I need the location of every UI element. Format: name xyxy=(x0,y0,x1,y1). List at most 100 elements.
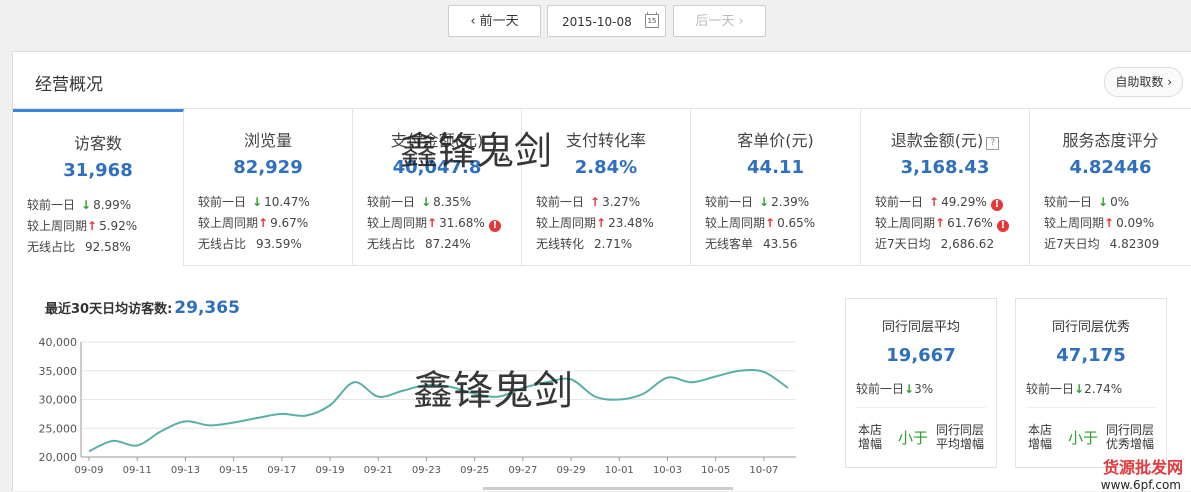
x-tick-label: 10-01 xyxy=(605,465,634,476)
x-tick-label: 09-17 xyxy=(267,465,296,476)
card-compare-label: 较前一日 xyxy=(856,382,905,396)
data-point xyxy=(714,375,717,378)
date-picker[interactable]: 2015-10-08 15 xyxy=(547,5,666,37)
up-arrow-icon: ↑ xyxy=(929,195,940,209)
up-arrow-icon: ↑ xyxy=(935,216,946,230)
metric-row-value: ↑ 5.92% xyxy=(87,219,137,233)
shop-label: 本店 xyxy=(858,423,883,437)
metric-row-number: 8.35% xyxy=(433,195,472,209)
metric-row-label: 无线占比 xyxy=(367,237,416,251)
shop-growth-label: 本店 增幅 xyxy=(858,423,882,451)
metric-row-value: ↑ 49.29%! xyxy=(929,195,1003,211)
metric-row-label: 无线转化 xyxy=(536,237,585,251)
metric-row-value: ↓ 8.99% xyxy=(81,198,131,212)
x-tick-label: 09-27 xyxy=(508,465,537,476)
metric-row-label: 较前一日 xyxy=(705,195,754,209)
metric-row-number: 0% xyxy=(1110,195,1130,209)
metric-name: 浏览量 xyxy=(184,127,352,151)
metric-row: 较上周同期↑ 61.76%! xyxy=(875,214,1009,232)
metric-row-value: ↑ 0.65% xyxy=(765,216,815,230)
metric-row: 较上周同期↑ 0.65% xyxy=(705,214,815,231)
metric-name-text: 服务态度评分 xyxy=(1062,131,1159,150)
up-arrow-icon: ↑ xyxy=(596,216,607,230)
data-point xyxy=(762,370,765,373)
x-tick-label: 09-13 xyxy=(171,465,200,476)
warning-icon[interactable]: ! xyxy=(990,199,1003,211)
metric-value: 4.82446 xyxy=(1069,157,1152,178)
metric-row-label: 较前一日 xyxy=(198,195,247,209)
up-arrow-icon: ↑ xyxy=(765,216,776,230)
metric-row: 无线占比 87.24% xyxy=(367,235,471,252)
metric-row: 较前一日 ↓ 2.39% xyxy=(705,193,809,210)
up-arrow-icon: ↑ xyxy=(427,216,438,230)
x-tick-label: 09-11 xyxy=(123,465,152,476)
divider xyxy=(1026,407,1156,408)
metric-tab[interactable]: 服务态度评分 4.82446 较前一日 ↓ 0% 较上周同期↑ 0.09% 近7天日均 4.82… xyxy=(1030,109,1191,266)
metric-row-label: 较上周同期 xyxy=(1044,216,1105,230)
watermark: 鑫锋鬼剑 xyxy=(400,129,553,173)
card-compare: 较前一日↓3% xyxy=(856,380,933,397)
metric-value: 82,929 xyxy=(233,157,303,178)
card-value: 47,175 xyxy=(1056,345,1126,366)
card-title: 同行同层平均 xyxy=(881,320,960,335)
metric-row-value: 92.58% xyxy=(83,240,131,254)
metric-row-label: 较前一日 xyxy=(875,195,924,209)
x-tick-label: 09-21 xyxy=(364,465,393,476)
metric-name-text: 退款金额(元) xyxy=(890,131,984,150)
peer-label: 同行同层 xyxy=(936,423,985,437)
metric-row-number: 4.82309 xyxy=(1109,237,1160,251)
data-point xyxy=(256,416,259,419)
metric-value: 31,968 xyxy=(63,160,133,181)
metric-row-label: 无线占比 xyxy=(27,240,76,254)
metric-row-label: 较上周同期 xyxy=(27,219,88,233)
shop-label: 本店 xyxy=(1028,423,1053,437)
metric-row: 较上周同期↑ 23.48% xyxy=(536,214,654,231)
down-arrow-icon: ↓ xyxy=(252,195,263,209)
x-tick-label: 09-15 xyxy=(219,465,248,476)
metric-tab[interactable]: 客单价(元) 44.11 较前一日 ↓ 2.39% 较上周同期↑ 0.65% 无线客单 43.5… xyxy=(691,109,861,266)
metric-row-number: 93.59% xyxy=(256,237,302,251)
help-icon[interactable]: ? xyxy=(986,137,1000,150)
metric-row-value: 87.24% xyxy=(423,237,471,251)
metric-name: 退款金额(元)? xyxy=(861,127,1029,151)
y-tick-label: 35,000 xyxy=(39,365,78,378)
divider xyxy=(856,407,986,408)
metric-name-text: 访客数 xyxy=(73,134,122,153)
metric-row: 无线占比 93.59% xyxy=(198,235,302,252)
metric-row-value: ↓ 10.47% xyxy=(252,195,310,209)
metric-row-number: 2.71% xyxy=(594,237,633,251)
metric-tab[interactable]: 浏览量 82,929 较前一日 ↓ 10.47% 较上周同期↑ 9.67% 无线占比 93.59… xyxy=(184,109,353,266)
data-point xyxy=(280,412,283,415)
metric-row-label: 无线客单 xyxy=(705,237,754,251)
metric-row-label: 较前一日 xyxy=(27,198,76,212)
metric-row-number: 0.65% xyxy=(777,216,816,230)
comparison-result: 小于 xyxy=(898,429,929,447)
next-day-button[interactable]: 后一天 › xyxy=(673,5,766,37)
metric-row-value: ↓ 2.39% xyxy=(759,195,809,209)
prev-day-button[interactable]: ‹ 前一天 xyxy=(448,5,541,37)
metric-row-number: 10.47% xyxy=(264,195,310,209)
comparison-result: 小于 xyxy=(1068,429,1099,447)
y-tick-label: 25,000 xyxy=(39,422,78,435)
watermark: 鑫锋鬼剑 xyxy=(413,368,573,414)
metric-row-label: 较上周同期 xyxy=(705,216,766,230)
metric-tab[interactable]: 退款金额(元)? 3,168.43 较前一日 ↑ 49.29%! 较上周同期↑ 61.76%… xyxy=(861,109,1030,266)
date-value: 2015-10-08 xyxy=(562,15,632,29)
warning-icon[interactable]: ! xyxy=(996,220,1009,232)
data-point xyxy=(184,420,187,423)
calendar-icon[interactable]: 15 xyxy=(645,12,659,28)
growth-label: 增幅 xyxy=(1028,437,1053,451)
metric-value: 44.11 xyxy=(747,157,804,178)
self-fetch-button[interactable]: 自助取数 › xyxy=(1104,67,1183,97)
metric-row-number: 43.56 xyxy=(763,237,798,251)
warning-icon[interactable]: ! xyxy=(488,220,501,232)
metric-tab[interactable]: 访客数 31,968 较前一日 ↓ 8.99% 较上周同期↑ 5.92% 无线占比 92.58% xyxy=(13,109,184,266)
growth-label: 增幅 xyxy=(858,437,883,451)
metric-row: 无线客单 43.56 xyxy=(705,235,797,252)
x-tick-label: 10-07 xyxy=(749,465,778,476)
x-tick-label: 10-05 xyxy=(701,465,730,476)
metric-row-number: 5.92% xyxy=(99,219,138,233)
data-point xyxy=(353,381,356,384)
metric-row: 较前一日 ↓ 8.35% xyxy=(367,193,471,210)
card-compare-label: 较前一日 xyxy=(1026,382,1075,396)
